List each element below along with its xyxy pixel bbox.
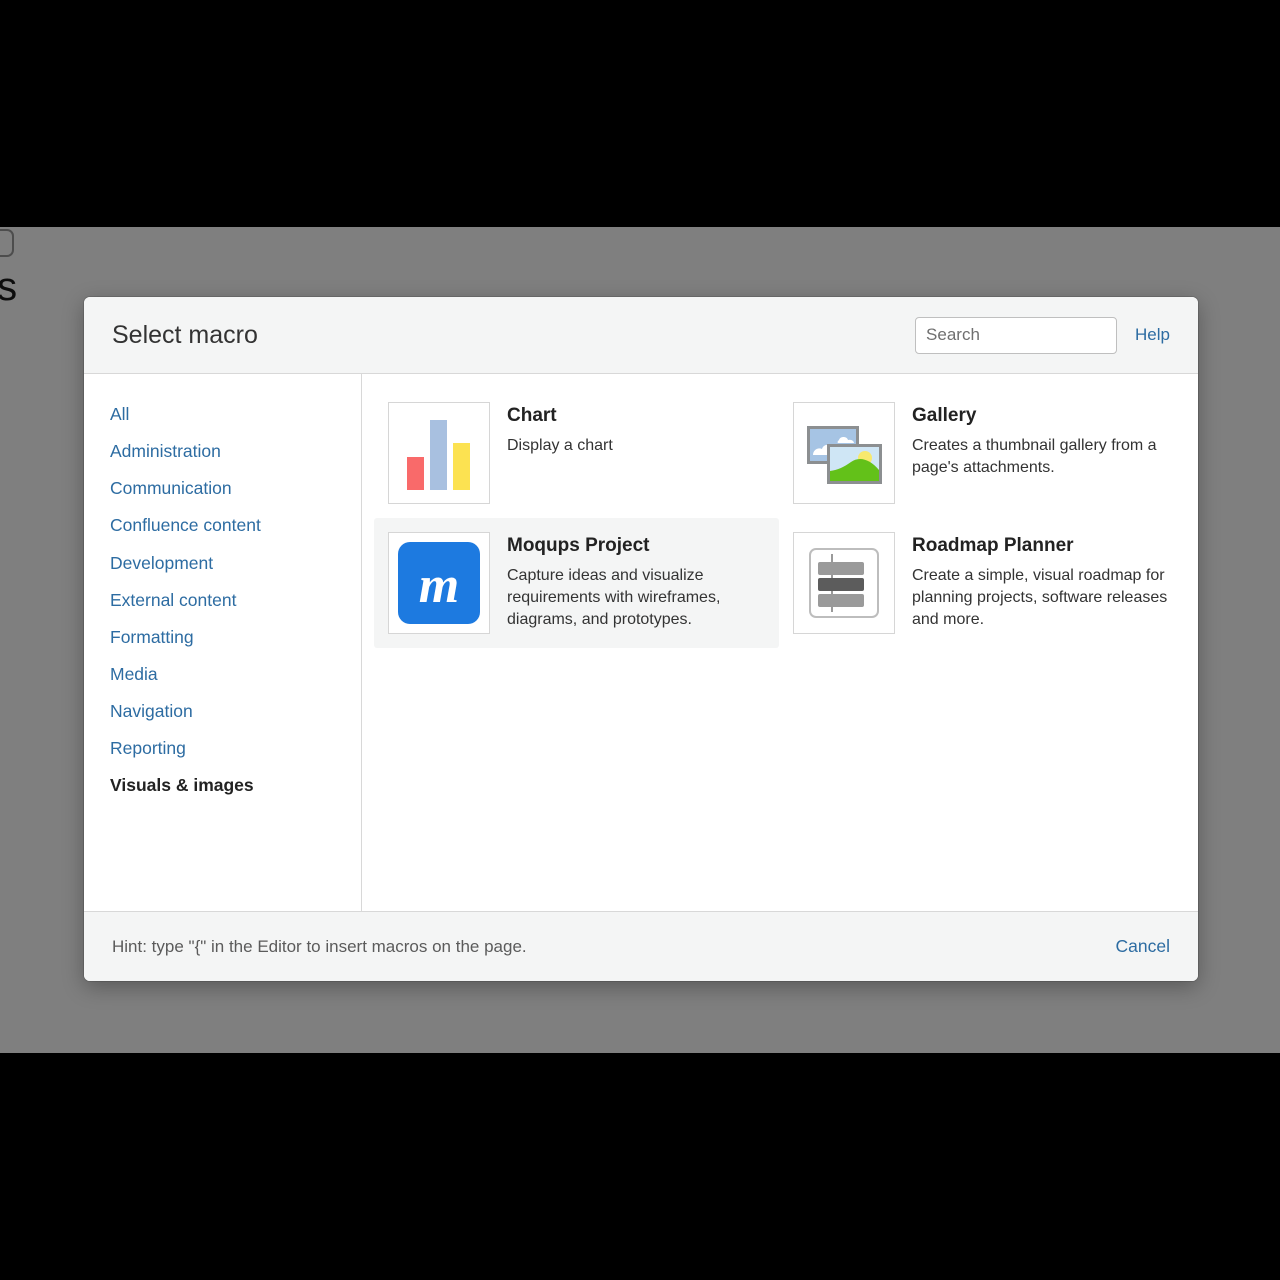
- macro-text-block: Roadmap Planner Create a simple, visual r…: [912, 532, 1170, 634]
- macro-thumbnail: [793, 402, 895, 504]
- category-item-development[interactable]: Development: [84, 545, 361, 582]
- macro-title: Moqups Project: [507, 535, 650, 556]
- screenshot-stage: istration Modules grams that n before ou…: [0, 0, 1280, 1280]
- macro-title: Chart: [507, 405, 557, 426]
- search-input[interactable]: [915, 316, 1118, 354]
- macro-description: Display a chart: [507, 436, 613, 454]
- macro-description: Capture ideas and visualize requirements…: [507, 566, 721, 628]
- category-list: All Administration Communication Confluence…: [84, 374, 362, 911]
- roadmap-bars-icon: [809, 548, 879, 618]
- help-link[interactable]: Help: [1135, 325, 1170, 345]
- category-item-all[interactable]: All: [84, 396, 361, 433]
- macro-description: Create a simple, visual roadmap for plan…: [912, 566, 1168, 628]
- moqups-logo-icon: m: [398, 542, 480, 624]
- category-item-reporting[interactable]: Reporting: [84, 730, 361, 767]
- macro-card-chart[interactable]: Chart Display a chart: [374, 388, 779, 518]
- macro-title: Roadmap Planner: [912, 535, 1074, 556]
- category-item-administration[interactable]: Administration: [84, 433, 361, 470]
- category-item-confluence-content[interactable]: Confluence content: [84, 507, 361, 544]
- macro-text-block: Moqups Project Capture ideas and visualiz…: [507, 532, 765, 634]
- macro-card-moqups-project[interactable]: m Moqups Project Capture ideas and visuali…: [374, 518, 779, 648]
- category-item-formatting[interactable]: Formatting: [84, 619, 361, 656]
- dialog-header: Select macro Help: [84, 297, 1198, 374]
- bar-chart-icon: [407, 420, 470, 490]
- macro-text-block: Chart Display a chart: [507, 402, 613, 504]
- cancel-button[interactable]: Cancel: [1116, 936, 1170, 957]
- macro-card-roadmap-planner[interactable]: Roadmap Planner Create a simple, visual r…: [779, 518, 1184, 648]
- macro-text-block: Gallery Creates a thumbnail gallery from …: [912, 402, 1170, 504]
- hint-text: Hint: type "{" in the Editor to insert m…: [112, 936, 527, 956]
- category-item-communication[interactable]: Communication: [84, 470, 361, 507]
- macro-thumbnail: [793, 532, 895, 634]
- select-macro-dialog: Select macro Help AllAdministrationCommu…: [84, 297, 1198, 981]
- svg-text:m: m: [419, 557, 459, 614]
- dialog-footer: Hint: type "{" in the Editor to insert m…: [84, 911, 1198, 981]
- category-item-external-content[interactable]: External content: [84, 582, 361, 619]
- photo-stack-icon: [807, 426, 882, 484]
- macro-description: Creates a thumbnail gallery from a page'…: [912, 436, 1157, 476]
- dialog-title: Select macro: [112, 320, 258, 349]
- category-item-navigation[interactable]: Navigation: [84, 693, 361, 730]
- dialog-body: All Administration Communication Confluence…: [84, 374, 1198, 911]
- dialog-header-actions: Help: [915, 316, 1170, 354]
- macro-title: Gallery: [912, 405, 977, 426]
- macro-card-gallery[interactable]: Gallery Creates a thumbnail gallery from …: [779, 388, 1184, 518]
- macro-thumbnail: m: [388, 532, 490, 634]
- category-item-media[interactable]: Media: [84, 656, 361, 693]
- category-item-visuals-images: Visuals & images: [110, 775, 254, 796]
- macro-grid: Chart Display a chart Gallery Creates a thu…: [362, 374, 1198, 911]
- macro-thumbnail: [388, 402, 490, 504]
